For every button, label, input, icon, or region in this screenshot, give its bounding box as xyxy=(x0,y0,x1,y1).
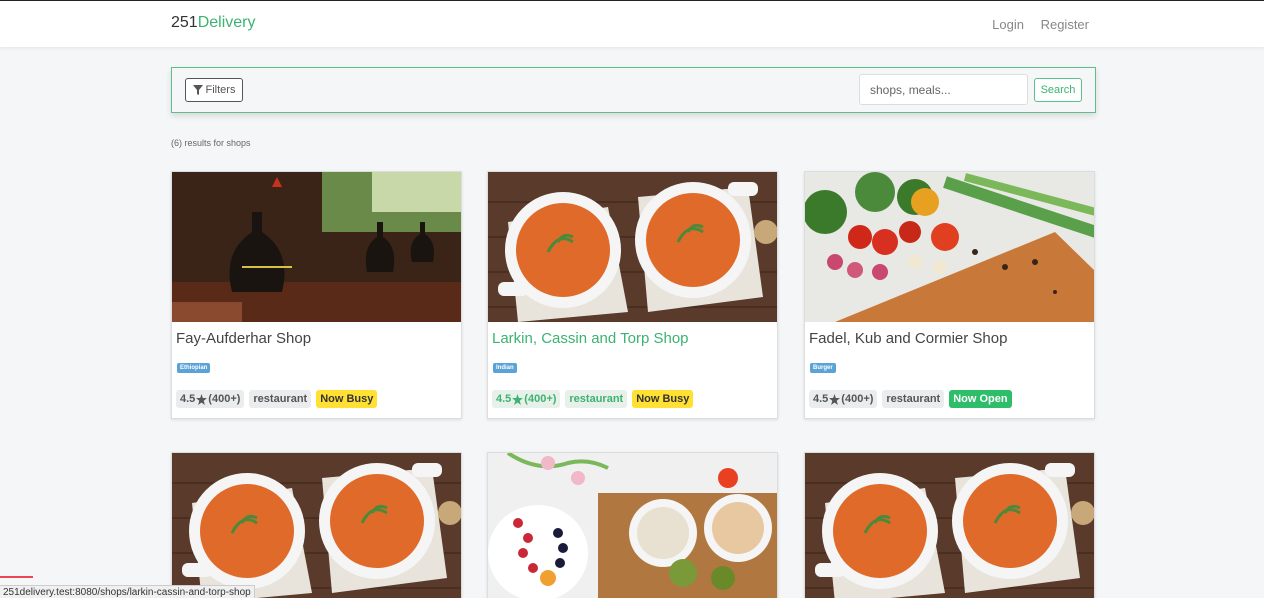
search-button[interactable]: Search xyxy=(1034,78,1082,102)
shop-title[interactable]: Fay-Aufderhar Shop xyxy=(176,330,311,347)
shop-badges: 4.5 (400+) restaurant Now Open xyxy=(809,390,1012,408)
rating-value: 4.5 xyxy=(180,393,196,405)
brand-number: 251 xyxy=(171,14,198,31)
brand-word: Delivery xyxy=(197,14,256,31)
login-link[interactable]: Login xyxy=(992,17,1024,32)
results-count: (6) results for shops xyxy=(171,138,251,148)
brand-logo[interactable]: 251Delivery xyxy=(171,14,256,32)
star-icon xyxy=(829,393,841,405)
shop-card[interactable]: Fadel, Kub and Cormier Shop Burger 4.5 (4… xyxy=(804,171,1095,419)
shop-badges: 4.5 (400+) restaurant Now Busy xyxy=(492,390,694,408)
review-count: (400+) xyxy=(841,393,874,405)
status-badge: Now Open xyxy=(949,390,1012,408)
status-badge: Now Busy xyxy=(632,390,694,408)
category-badge: Ethiopian xyxy=(177,363,211,373)
review-count: (400+) xyxy=(524,393,557,405)
category-badge: Burger xyxy=(810,363,836,373)
shop-card[interactable]: Larkin, Cassin and Torp Shop Indian 4.5 (… xyxy=(487,171,778,419)
shop-title[interactable]: Larkin, Cassin and Torp Shop xyxy=(492,330,689,347)
register-link[interactable]: Register xyxy=(1041,17,1089,32)
star-icon xyxy=(196,393,208,405)
star-icon xyxy=(512,393,524,405)
rating-badge: 4.5 (400+) xyxy=(809,390,878,408)
shop-card[interactable] xyxy=(171,452,462,598)
review-count: (400+) xyxy=(208,393,241,405)
search-bar: Filters Search xyxy=(171,67,1096,113)
shop-title[interactable]: Fadel, Kub and Cormier Shop xyxy=(809,330,1007,347)
loading-indicator xyxy=(0,576,33,578)
shop-image[interactable] xyxy=(805,172,1095,322)
type-badge: restaurant xyxy=(249,390,312,408)
shop-card[interactable]: Fay-Aufderhar Shop Ethiopian 4.5 (400+) r… xyxy=(171,171,462,419)
shop-image[interactable] xyxy=(172,172,462,322)
shop-badges: 4.5 (400+) restaurant Now Busy xyxy=(176,390,378,408)
shop-image[interactable] xyxy=(488,453,778,598)
filters-label: Filters xyxy=(205,84,236,96)
status-badge: Now Busy xyxy=(316,390,378,408)
status-bar-url: 251delivery.test:8080/shops/larkin-cassi… xyxy=(0,585,255,598)
shop-image[interactable] xyxy=(805,453,1095,598)
type-badge: restaurant xyxy=(565,390,628,408)
rating-badge: 4.5 (400+) xyxy=(492,390,561,408)
shop-card[interactable] xyxy=(804,452,1095,598)
filters-button[interactable]: Filters xyxy=(185,78,243,102)
rating-value: 4.5 xyxy=(813,393,829,405)
category-badge: Indian xyxy=(493,363,517,373)
shop-image[interactable] xyxy=(488,172,778,322)
navbar: 251Delivery Login Register xyxy=(0,0,1264,47)
rating-badge: 4.5 (400+) xyxy=(176,390,245,408)
rating-value: 4.5 xyxy=(496,393,512,405)
nav-links: Login Register xyxy=(979,17,1089,32)
filter-icon xyxy=(192,85,203,95)
search-input[interactable] xyxy=(859,74,1028,105)
shop-card[interactable] xyxy=(487,452,778,598)
shop-image[interactable] xyxy=(172,453,462,598)
type-badge: restaurant xyxy=(882,390,945,408)
